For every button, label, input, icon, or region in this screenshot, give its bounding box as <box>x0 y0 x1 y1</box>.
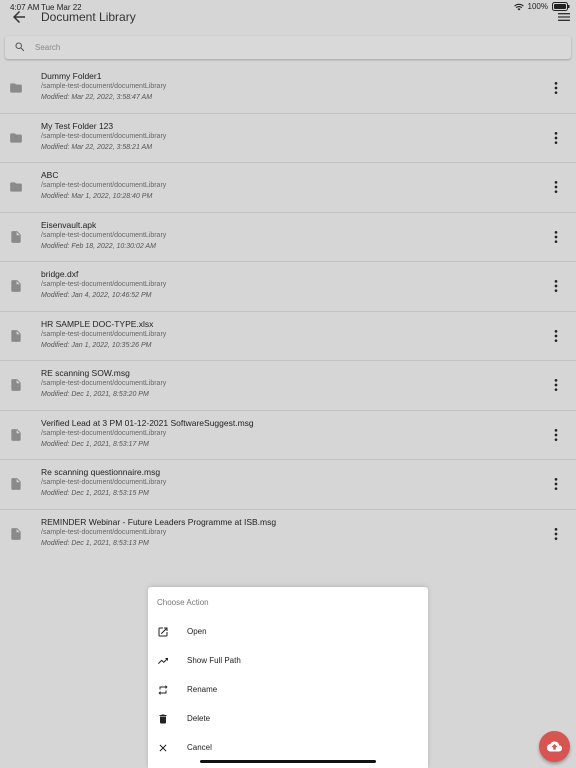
upload-fab-button[interactable] <box>539 731 570 762</box>
file-icon <box>11 428 21 441</box>
trending-up-icon <box>158 658 168 664</box>
home-indicator <box>200 760 376 763</box>
list-item[interactable]: My Test Folder 123 /sample-test-document… <box>0 114 576 163</box>
action-open[interactable]: Open <box>148 618 428 646</box>
action-sheet: Choose Action Open Show Full Path Rename… <box>148 587 428 768</box>
search-bar <box>5 36 571 59</box>
more-vert-icon[interactable] <box>548 476 564 492</box>
item-name: HR SAMPLE DOC-TYPE.xlsx <box>41 318 154 329</box>
search-input[interactable] <box>35 39 555 56</box>
item-name: Dummy Folder1 <box>41 71 102 81</box>
action-label: Delete <box>187 714 211 723</box>
app-bar: Document Library <box>0 6 576 28</box>
file-icon <box>11 280 21 292</box>
item-path: /sample-test-document/documentLibrary <box>41 231 167 239</box>
list-item[interactable]: Dummy Folder1 /sample-test-document/docu… <box>0 64 576 114</box>
item-modified: Modified: Dec 1, 2021, 8:53:15 PM <box>41 490 149 497</box>
open-external-icon <box>158 627 168 637</box>
item-path: /sample-test-document/documentLibrary <box>41 83 167 90</box>
cloud-upload-icon <box>547 741 562 752</box>
action-label: Cancel <box>187 743 212 752</box>
action-label: Rename <box>187 685 218 694</box>
action-sheet-title: Choose Action <box>157 598 209 607</box>
item-modified: Modified: Feb 18, 2022, 10:30:02 AM <box>41 242 156 250</box>
item-path: /sample-test-document/documentLibrary <box>41 281 167 288</box>
item-modified: Modified: Mar 22, 2022, 3:58:47 AM <box>41 94 153 101</box>
search-icon <box>15 42 25 52</box>
file-icon <box>11 478 21 490</box>
document-list: Dummy Folder1 /sample-test-document/docu… <box>0 64 576 559</box>
more-vert-icon[interactable] <box>548 179 564 195</box>
item-modified: Modified: Mar 1, 2022, 10:28:40 PM <box>41 193 153 200</box>
item-name: Verified Lead at 3 PM 01-12-2021 Softwar… <box>41 417 254 428</box>
item-modified: Modified: Dec 1, 2021, 8:53:13 PM <box>41 539 149 547</box>
more-vert-icon[interactable] <box>548 526 564 542</box>
item-name: Eisenvault.apk <box>41 219 97 230</box>
action-cancel[interactable]: Cancel <box>148 734 428 762</box>
action-delete[interactable]: Delete <box>148 705 428 733</box>
page-title: Document Library <box>41 10 136 24</box>
list-item[interactable]: Verified Lead at 3 PM 01-12-2021 Softwar… <box>0 411 576 460</box>
file-icon <box>11 329 21 342</box>
folder-icon <box>10 132 22 143</box>
list-item[interactable]: HR SAMPLE DOC-TYPE.xlsx /sample-test-doc… <box>0 312 576 361</box>
file-icon <box>11 527 21 540</box>
item-modified: Modified: Dec 1, 2021, 8:53:17 PM <box>41 440 149 448</box>
folder-icon <box>10 182 22 192</box>
trash-icon <box>159 714 167 724</box>
item-name: REMINDER Webinar - Future Leaders Progra… <box>41 516 277 527</box>
list-item[interactable]: Re scanning questionnaire.msg /sample-te… <box>0 460 576 510</box>
file-icon <box>11 379 21 391</box>
action-label: Show Full Path <box>187 656 241 665</box>
more-vert-icon[interactable] <box>548 328 564 344</box>
folder-icon <box>10 83 22 93</box>
action-label: Open <box>187 627 207 636</box>
file-icon <box>11 230 21 243</box>
item-path: /sample-test-document/documentLibrary <box>41 429 167 437</box>
more-vert-icon[interactable] <box>548 278 564 294</box>
list-item[interactable]: Eisenvault.apk /sample-test-document/doc… <box>0 213 576 262</box>
action-rename[interactable]: Rename <box>148 676 428 704</box>
action-show-full-path[interactable]: Show Full Path <box>148 647 428 675</box>
item-modified: Modified: Mar 22, 2022, 3:58:21 AM <box>41 143 153 151</box>
list-item[interactable]: REMINDER Webinar - Future Leaders Progra… <box>0 510 576 560</box>
item-name: ABC <box>41 170 59 180</box>
item-path: /sample-test-document/documentLibrary <box>41 182 167 189</box>
item-path: /sample-test-document/documentLibrary <box>41 528 167 536</box>
item-name: bridge.dxf <box>41 269 79 279</box>
more-vert-icon[interactable] <box>548 427 564 443</box>
more-vert-icon[interactable] <box>548 80 564 96</box>
item-modified: Modified: Dec 1, 2021, 8:53:20 PM <box>41 391 149 398</box>
item-name: Re scanning questionnaire.msg <box>41 467 161 477</box>
hamburger-menu-icon[interactable] <box>556 9 572 25</box>
item-modified: Modified: Jan 1, 2022, 10:35:26 PM <box>41 341 152 349</box>
more-vert-icon[interactable] <box>548 130 564 146</box>
item-modified: Modified: Jan 4, 2022, 10:46:52 PM <box>41 292 152 299</box>
list-item[interactable]: bridge.dxf /sample-test-document/documen… <box>0 262 576 312</box>
item-path: /sample-test-document/documentLibrary <box>41 479 167 486</box>
item-path: /sample-test-document/documentLibrary <box>41 132 167 140</box>
item-path: /sample-test-document/documentLibrary <box>41 330 167 338</box>
list-item[interactable]: ABC /sample-test-document/documentLibrar… <box>0 163 576 213</box>
item-name: My Test Folder 123 <box>41 120 114 131</box>
close-icon <box>159 744 167 752</box>
item-path: /sample-test-document/documentLibrary <box>41 380 167 387</box>
repeat-icon <box>158 685 168 695</box>
more-vert-icon[interactable] <box>548 229 564 245</box>
more-vert-icon[interactable] <box>548 377 564 393</box>
back-arrow-icon[interactable] <box>10 8 28 26</box>
list-item[interactable]: RE scanning SOW.msg /sample-test-documen… <box>0 361 576 411</box>
item-name: RE scanning SOW.msg <box>41 368 130 378</box>
